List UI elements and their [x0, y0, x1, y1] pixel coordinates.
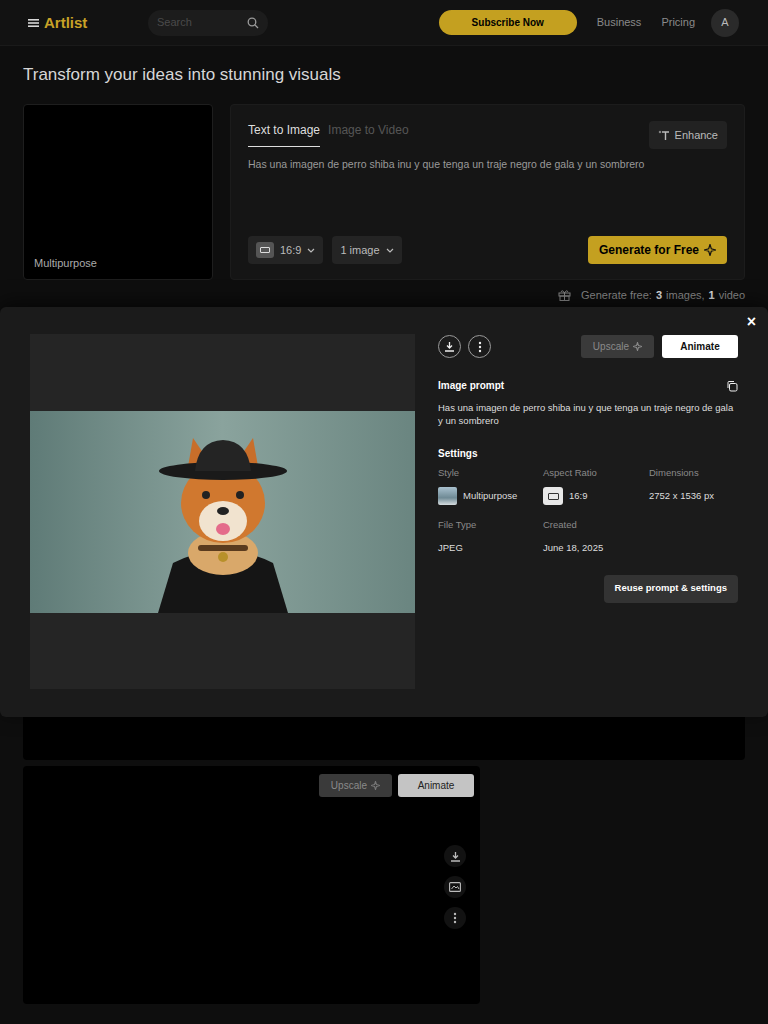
setting-item: Style Multipurpose: [438, 466, 543, 506]
chevron-icon: [386, 248, 394, 253]
setting-label: Aspect Ratio: [543, 466, 649, 480]
setting-value: 16:9: [569, 489, 588, 503]
ratio-icon: [256, 242, 274, 258]
settings-label: Settings: [438, 446, 738, 461]
setting-label: Style: [438, 466, 543, 480]
menu-icon[interactable]: [28, 18, 39, 28]
tab[interactable]: Text to Image: [248, 121, 320, 147]
upscale-button[interactable]: Upscale: [319, 774, 392, 797]
avatar[interactable]: A: [711, 9, 739, 37]
enhance-icon: [658, 130, 670, 141]
setting-value-row: June 18, 2025: [543, 539, 649, 559]
setting-value-row: JPEG: [438, 539, 543, 559]
quota-part: images,: [666, 288, 705, 302]
nav-link[interactable]: Pricing: [661, 14, 695, 31]
page-title: Transform your ideas into stunning visua…: [23, 46, 745, 86]
tab[interactable]: Image to Video: [328, 121, 409, 147]
more-icon[interactable]: [468, 335, 491, 358]
upscale-label: Upscale: [593, 339, 629, 354]
top-bar: Artlist Subscribe Now Business Pricing A: [0, 0, 768, 46]
generated-photo[interactable]: [30, 411, 415, 613]
setting-value: June 18, 2025: [543, 541, 603, 555]
setting-value-row: Multipurpose: [438, 486, 543, 506]
quota-part: 3: [656, 288, 662, 302]
setting-label: File Type: [438, 518, 543, 532]
sparkle-icon: [633, 342, 642, 351]
generate-label: Generate for Free: [599, 241, 699, 259]
generator-panel: Text to Image Image to Video Enhance Has …: [230, 104, 745, 280]
style-card[interactable]: Multipurpose: [23, 104, 213, 280]
upscale-label: Upscale: [331, 778, 367, 793]
logo[interactable]: Artlist: [28, 15, 148, 30]
aspect-dropdown[interactable]: 16:9: [248, 236, 323, 264]
more-icon[interactable]: [444, 907, 466, 929]
setting-label: Created: [543, 518, 649, 532]
tab-bar: Text to Image Image to Video: [248, 121, 409, 147]
download-icon[interactable]: [438, 335, 461, 358]
sparkle-icon: [704, 244, 716, 256]
gallery-card[interactable]: Upscale Animate: [23, 766, 480, 1004]
logo-text[interactable]: Artlist: [44, 15, 87, 30]
close-button[interactable]: ×: [747, 312, 756, 332]
search-input[interactable]: [157, 14, 243, 31]
image-icon[interactable]: [444, 876, 466, 898]
sparkle-icon: [371, 781, 380, 790]
setting-item: Aspect Ratio 16:9: [543, 466, 649, 506]
setting-label: Dimensions: [649, 466, 738, 480]
setting-value: JPEG: [438, 541, 463, 555]
enhance-label: Enhance: [675, 127, 718, 144]
quota-part: 1: [709, 288, 715, 302]
count-value: 1 image: [340, 242, 379, 259]
setting-value: 2752 x 1536 px: [649, 489, 714, 503]
setting-value-row: 2752 x 1536 px: [649, 486, 738, 506]
search-box[interactable]: [148, 10, 268, 36]
aspect-value: 16:9: [280, 242, 301, 259]
setting-item: File Type JPEG: [438, 518, 543, 558]
animate-button[interactable]: Animate: [398, 774, 474, 797]
setting-item: Dimensions 2752 x 1536 px: [649, 466, 738, 506]
quota-part: video: [719, 288, 745, 302]
settings-grid: Style Multipurpose Aspect Ratio 16:9 Dimensi…: [438, 466, 738, 559]
setting-item: Created June 18, 2025: [543, 518, 649, 558]
gift-icon: [558, 289, 571, 301]
subscribe-button[interactable]: Subscribe Now: [439, 10, 577, 35]
image-frame: [30, 334, 415, 689]
quota-line: Generate free: 3 images, 1 video: [23, 288, 745, 302]
copy-icon[interactable]: [726, 380, 738, 392]
chevron-icon: [307, 248, 315, 253]
quota-part: Generate free:: [581, 288, 652, 302]
setting-value: Multipurpose: [463, 489, 517, 503]
enhance-button[interactable]: Enhance: [649, 121, 727, 149]
image-detail-modal: ×: [0, 307, 768, 717]
upscale-button[interactable]: Upscale: [581, 335, 654, 358]
setting-value-row: 16:9: [543, 486, 649, 506]
ratio-icon: [543, 487, 563, 505]
style-thumbnail-icon: [438, 487, 457, 505]
prompt-text: Has una imagen de perro shiba inu y que …: [438, 401, 738, 427]
nav-link[interactable]: Business: [597, 14, 642, 31]
download-icon[interactable]: [444, 845, 466, 867]
count-dropdown[interactable]: 1 image: [332, 236, 401, 264]
style-label: Multipurpose: [34, 255, 202, 272]
generate-button[interactable]: Generate for Free: [588, 236, 727, 264]
reuse-button[interactable]: Reuse prompt & settings: [604, 575, 738, 603]
details-panel: Upscale Animate Image prompt Has una ima…: [438, 334, 738, 689]
prompt-label: Image prompt: [438, 378, 504, 393]
search-icon[interactable]: [247, 17, 259, 29]
animate-button[interactable]: Animate: [662, 335, 738, 358]
prompt-text[interactable]: Has una imagen de perro shiba inu y que …: [248, 157, 727, 171]
